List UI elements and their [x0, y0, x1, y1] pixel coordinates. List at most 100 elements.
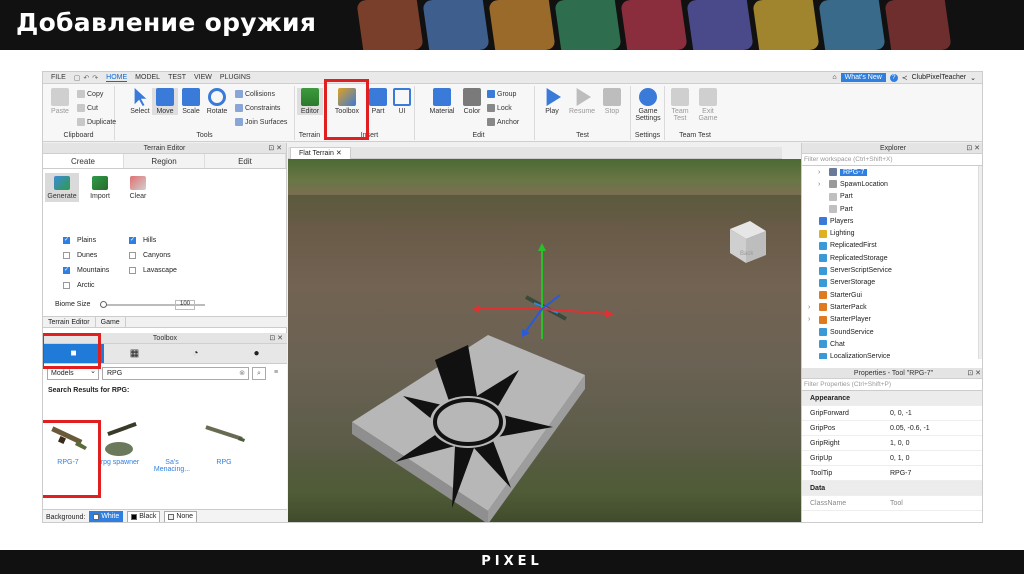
select-button[interactable]: Select: [127, 88, 153, 115]
asset-item[interactable]: Sa's Menacing...: [149, 415, 195, 473]
explorer-filter-input[interactable]: Filter workspace (Ctrl+Shift+X): [802, 154, 982, 166]
background-white-button[interactable]: White: [89, 511, 124, 522]
ui-button[interactable]: UI: [389, 88, 415, 115]
lock-button[interactable]: Lock: [487, 104, 512, 112]
checkbox-hills[interactable]: [129, 236, 136, 244]
explorer-scrollbar[interactable]: [978, 166, 982, 359]
explorer-node[interactable]: › SpawnLocation: [802, 178, 982, 190]
search-input[interactable]: RPG ⊗: [102, 367, 249, 380]
recent-tab[interactable]: ◔: [165, 344, 226, 363]
filter-icon[interactable]: ≡: [269, 367, 283, 380]
explorer-node[interactable]: SoundService: [802, 326, 982, 338]
exit-game-button[interactable]: Exit Game: [695, 88, 721, 122]
properties-filter-input[interactable]: Filter Properties (Ctrl+Shift+P): [802, 379, 982, 391]
property-row[interactable]: GripRight 1, 0, 0: [802, 436, 982, 451]
group-button[interactable]: Group: [487, 90, 516, 98]
clear-search-icon[interactable]: ⊗: [239, 368, 245, 379]
chevron-down-icon[interactable]: ⌄: [970, 74, 976, 82]
expand-chevron-icon[interactable]: ›: [808, 316, 816, 323]
explorer-node[interactable]: Players: [802, 215, 982, 227]
checkbox-mountains[interactable]: [63, 266, 70, 274]
terrain-editor-button[interactable]: Editor: [297, 88, 323, 115]
background-none-button[interactable]: None: [164, 511, 198, 522]
property-value[interactable]: 0, 1, 0: [890, 455, 982, 462]
expand-chevron-icon[interactable]: ›: [818, 181, 826, 188]
asset-item[interactable]: rpg spawner: [97, 415, 143, 473]
expand-chevron-icon[interactable]: ›: [808, 304, 816, 311]
creations-tab[interactable]: ●: [226, 344, 287, 363]
move-button[interactable]: Move: [152, 88, 178, 115]
slider-knob[interactable]: [100, 300, 108, 308]
explorer-node[interactable]: StarterGui: [802, 289, 982, 301]
explorer-node[interactable]: Lighting: [802, 227, 982, 239]
tab-test[interactable]: TEST: [168, 74, 186, 81]
explorer-node[interactable]: ReplicatedStorage: [802, 252, 982, 264]
tab-game[interactable]: Game: [96, 317, 126, 327]
biome-canyons[interactable]: Canyons: [129, 252, 195, 259]
resume-button[interactable]: Resume: [569, 88, 595, 115]
constraints-toggle[interactable]: Constraints: [235, 104, 280, 112]
tab-terrain-editor[interactable]: Terrain Editor: [43, 317, 96, 327]
property-value[interactable]: 1, 0, 0: [890, 440, 982, 447]
property-row[interactable]: GripPos 0.05, -0.6, -1: [802, 421, 982, 436]
undo-icon[interactable]: ↶: [83, 74, 89, 82]
biome-hills[interactable]: Hills: [129, 236, 195, 244]
explorer-node[interactable]: ServerScriptService: [802, 264, 982, 276]
explorer-pin-close-icon[interactable]: ⊡ ✕: [966, 143, 980, 154]
whats-new-button[interactable]: What's New: [840, 73, 886, 82]
search-icon[interactable]: ⌕: [252, 367, 266, 380]
scale-button[interactable]: Scale: [178, 88, 204, 115]
tab-home[interactable]: HOME: [106, 74, 128, 82]
menu-file[interactable]: FILE: [51, 74, 66, 81]
copy-button[interactable]: Copy: [77, 90, 103, 98]
paste-button[interactable]: Paste: [47, 88, 73, 115]
property-value[interactable]: 0.05, -0.6, -1: [890, 425, 982, 432]
background-black-button[interactable]: Black: [127, 511, 161, 522]
username[interactable]: ClubPixelTeacher: [912, 74, 966, 81]
tab-create[interactable]: Create: [43, 154, 124, 168]
biome-lavascape[interactable]: Lavascape: [129, 267, 195, 274]
explorer-node[interactable]: Part: [802, 191, 982, 203]
checkbox-dunes[interactable]: [63, 252, 70, 259]
stop-button[interactable]: Stop: [599, 88, 625, 115]
explorer-node[interactable]: › StarterPlayer: [802, 314, 982, 326]
property-row[interactable]: GripUp 0, 1, 0: [802, 451, 982, 466]
import-button[interactable]: Import: [83, 173, 117, 202]
tab-region[interactable]: Region: [124, 154, 205, 168]
explorer-node[interactable]: › RPG-7: [802, 166, 982, 178]
tab-plugins[interactable]: PLUGINS: [220, 74, 251, 81]
redo-icon[interactable]: ↷: [92, 74, 98, 82]
flat-terrain-tab[interactable]: Flat Terrain ✕: [290, 147, 351, 159]
home-icon[interactable]: ⌂: [832, 74, 836, 81]
tab-edit[interactable]: Edit: [205, 154, 286, 168]
property-category[interactable]: Data: [802, 481, 982, 496]
explorer-node[interactable]: Part: [802, 203, 982, 215]
biome-dunes[interactable]: Dunes: [63, 252, 129, 259]
property-row[interactable]: GripForward 0, 0, -1: [802, 406, 982, 421]
biome-size-input[interactable]: 100: [175, 300, 195, 310]
explorer-node[interactable]: › StarterPack: [802, 301, 982, 313]
explorer-node[interactable]: Chat: [802, 338, 982, 350]
property-value[interactable]: 0, 0, -1: [890, 410, 982, 417]
3d-viewport[interactable]: Back: [288, 159, 801, 522]
cut-button[interactable]: Cut: [77, 104, 98, 112]
checkbox-plains[interactable]: [63, 236, 70, 244]
property-row[interactable]: ToolTip RPG-7: [802, 466, 982, 481]
generate-button[interactable]: Generate: [45, 173, 79, 202]
biome-plains[interactable]: Plains: [63, 236, 129, 244]
rotate-button[interactable]: Rotate: [204, 88, 230, 115]
game-settings-button[interactable]: Game Settings: [635, 88, 661, 122]
play-button[interactable]: Play: [539, 88, 565, 115]
property-value[interactable]: RPG-7: [890, 470, 982, 477]
checkbox-lavascape[interactable]: [129, 267, 136, 274]
property-row[interactable]: ClassName Tool: [802, 496, 982, 511]
tab-view[interactable]: VIEW: [194, 74, 212, 81]
color-button[interactable]: Color: [459, 88, 485, 115]
clear-button[interactable]: Clear: [121, 173, 155, 202]
explorer-node[interactable]: LocalizationService: [802, 350, 982, 359]
team-test-button[interactable]: Team Test: [667, 88, 693, 122]
anchor-button[interactable]: Anchor: [487, 118, 519, 126]
collisions-toggle[interactable]: Collisions: [235, 90, 275, 98]
inventory-tab[interactable]: ▦: [104, 344, 165, 363]
asset-item[interactable]: RPG: [201, 415, 247, 473]
